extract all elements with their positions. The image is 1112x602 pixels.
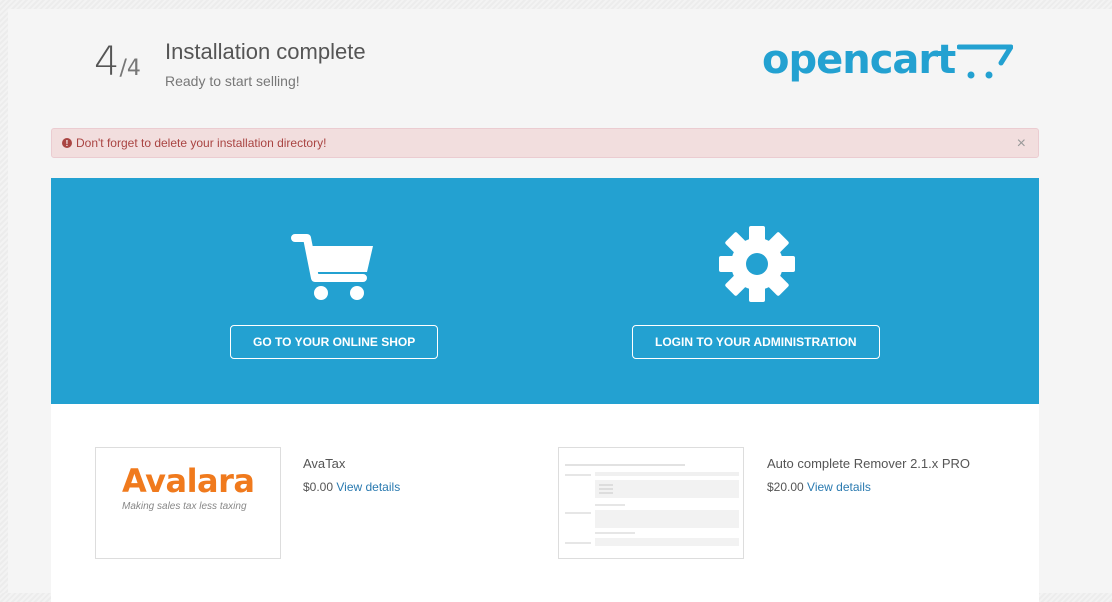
autocomplete-remover-image[interactable] bbox=[558, 447, 744, 559]
alert-close-button[interactable]: × bbox=[1017, 135, 1026, 153]
logo-cart-icon bbox=[957, 44, 1014, 79]
logo-text: opencart bbox=[762, 37, 956, 83]
extension-price-row: $20.00 View details bbox=[767, 480, 871, 494]
extension-name[interactable]: AvaTax bbox=[303, 456, 345, 471]
gear-icon bbox=[719, 226, 795, 302]
title-block: Installation complete Ready to start sel… bbox=[165, 39, 366, 89]
delete-install-dir-alert: ! Don't forget to delete your installati… bbox=[51, 128, 1039, 158]
step-current: 4 bbox=[94, 39, 120, 85]
avalara-logo: Avalara bbox=[122, 462, 255, 500]
extension-price: $0.00 bbox=[303, 480, 334, 494]
step-total: /4 bbox=[119, 56, 141, 81]
login-admin-button[interactable]: LOGIN TO YOUR ADMINISTRATION bbox=[632, 325, 880, 359]
extension-price: $20.00 bbox=[767, 480, 804, 494]
shop-action: GO TO YOUR ONLINE SHOP bbox=[51, 178, 545, 404]
alert-message: Don't forget to delete your installation… bbox=[76, 136, 327, 150]
exclamation-circle-icon: ! bbox=[62, 138, 72, 148]
opencart-logo[interactable]: opencart bbox=[762, 37, 1014, 85]
extension-name[interactable]: Auto complete Remover 2.1.x PRO bbox=[767, 456, 970, 471]
go-to-shop-button[interactable]: GO TO YOUR ONLINE SHOP bbox=[230, 325, 439, 359]
admin-action: LOGIN TO YOUR ADMINISTRATION bbox=[545, 178, 1039, 404]
view-details-link[interactable]: View details bbox=[807, 480, 871, 494]
extension-screenshot-thumbnail bbox=[565, 464, 739, 546]
extension-price-row: $0.00 View details bbox=[303, 480, 400, 494]
avalara-tagline: Making sales tax less taxing bbox=[122, 501, 247, 512]
view-details-link[interactable]: View details bbox=[336, 480, 400, 494]
avatax-image[interactable]: Avalara Making sales tax less taxing bbox=[95, 447, 281, 559]
install-page: 4/4 Installation complete Ready to start… bbox=[8, 9, 1112, 602]
extension-list: Avalara Making sales tax less taxing Ava… bbox=[51, 404, 1039, 602]
page-subtitle: Ready to start selling! bbox=[165, 73, 300, 89]
page-title: Installation complete bbox=[165, 39, 366, 64]
shopping-cart-icon bbox=[291, 234, 373, 300]
step-indicator: 4/4 bbox=[94, 39, 141, 85]
next-steps-panel: GO TO YOUR ONLINE SHOP LOGIN TO YOUR ADM… bbox=[51, 178, 1039, 404]
